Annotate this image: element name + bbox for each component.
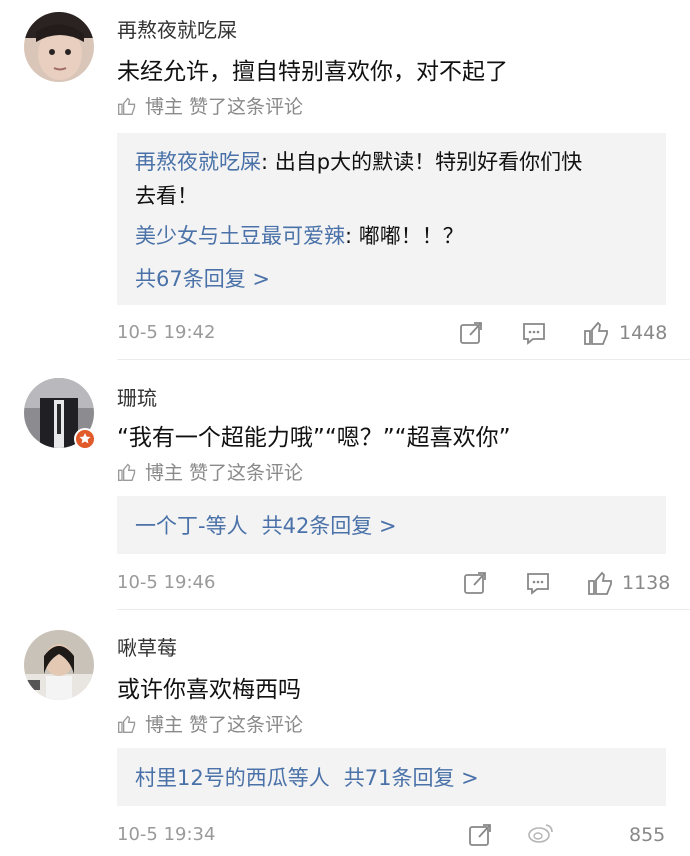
author-liked-text: 博主 赞了这条评论 [145,96,304,118]
reply-box[interactable]: 再熬夜就吃屎: 出自p大的默读！特别好看你们快 去看！ 美少女与土豆最可爱辣: … [117,133,666,305]
like-count: 1138 [622,572,671,594]
comment-footer: 10-5 19:46 1138 [117,568,690,598]
share-icon[interactable] [462,570,488,596]
comment-icon[interactable] [521,320,547,346]
comment-text: 或许你喜欢梅西吗 [117,677,301,703]
comment-1: 再熬夜就吃屎 未经允许，擅自特别喜欢你，对不起了 博主 赞了这条评论 再熬夜就吃… [0,0,690,360]
author-liked-text: 博主 赞了这条评论 [145,714,304,736]
reply-item[interactable]: 美少女与土豆最可爱辣: 嘟嘟！！？ [135,219,648,253]
comment-footer: 10-5 19:42 1448 [117,318,690,348]
share-icon[interactable] [458,320,484,346]
thumb-up-icon [118,97,136,115]
reply-authors[interactable]: 村里12号的西瓜等人 [135,762,330,792]
like-icon[interactable] [583,320,609,346]
reply-sep: : [261,150,275,174]
author-liked-note: 博主 赞了这条评论 [117,710,303,737]
thumb-up-icon [118,463,136,481]
comment-icon[interactable] [525,570,551,596]
reply-text-cont: 去看！ [135,184,198,208]
username[interactable]: 啾草莓 [117,632,177,661]
reply-box[interactable]: 村里12号的西瓜等人 共71条回复 > [117,748,666,806]
reply-text: 嘟嘟！！？ [358,224,464,248]
reply-text: 出自p大的默读！特别好看你们快 [274,150,583,174]
author-liked-text: 博主 赞了这条评论 [145,462,304,484]
like-count: 855 [629,824,666,846]
comment-text: 未经允许，擅自特别喜欢你，对不起了 [117,59,508,85]
author-liked-note: 博主 赞了这条评论 [117,92,303,119]
timestamp: 10-5 19:46 [117,572,216,593]
weibo-logo-icon [528,824,553,843]
avatar[interactable] [24,12,94,82]
comment-2: 珊琉 “我有一个超能力哦”“嗯？”“超喜欢你” 博主 赞了这条评论 一个丁-等人… [0,360,690,610]
reply-item[interactable]: 再熬夜就吃屎: 出自p大的默读！特别好看你们快 [135,145,648,179]
weibo-watermark [528,822,554,844]
more-replies-link[interactable]: 共71条回复 > [344,762,479,792]
like-icon[interactable] [587,570,613,596]
author-liked-note: 博主 赞了这条评论 [117,458,303,485]
reply-box[interactable]: 一个丁-等人 共42条回复 > [117,496,666,554]
more-replies-link[interactable]: 共42条回复 > [262,510,397,540]
comment-footer: 10-5 19:34 855 [117,820,690,850]
thumb-up-icon [118,715,136,733]
avatar[interactable] [24,630,94,700]
username[interactable]: 珊琉 [117,382,157,411]
reply-author[interactable]: 再熬夜就吃屎 [135,150,261,174]
timestamp: 10-5 19:42 [117,322,216,343]
like-count: 1448 [619,322,668,344]
share-icon[interactable] [467,822,493,848]
reply-author[interactable]: 美少女与土豆最可爱辣 [135,224,345,248]
vip-badge-icon [74,428,96,450]
reply-sep: : [345,224,359,248]
comment-text: “我有一个超能力哦”“嗯？”“超喜欢你” [117,425,511,451]
username[interactable]: 再熬夜就吃屎 [117,14,237,43]
reply-authors[interactable]: 一个丁-等人 [135,510,248,540]
comment-3: 啾草莓 或许你喜欢梅西吗 博主 赞了这条评论 村里12号的西瓜等人 共71条回复… [0,610,690,856]
timestamp: 10-5 19:34 [117,824,216,845]
more-replies-link[interactable]: 共67条回复 > [135,263,648,293]
